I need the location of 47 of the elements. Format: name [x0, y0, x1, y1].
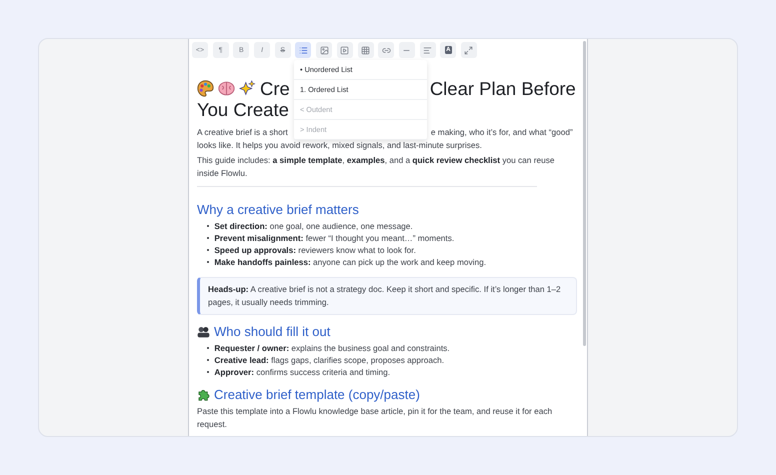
bullet-icon	[207, 260, 210, 264]
intro-text: A creative brief is a short	[197, 126, 288, 139]
section-heading: Who should fill it out	[214, 323, 330, 340]
section-heading: Creative brief template (copy/paste)	[214, 386, 420, 403]
fullscreen-button[interactable]	[460, 42, 477, 58]
list-item-text: Creative lead: flags gaps, clarifies scope, proposes approach.	[214, 354, 444, 366]
list-item-text: Requester / owner: explains the business goal and constraints.	[214, 342, 450, 354]
document-title: Clear Plan Before	[430, 78, 576, 99]
align-left-button[interactable]	[420, 42, 436, 58]
sparkles-icon	[239, 80, 256, 97]
bullet-icon	[207, 358, 210, 362]
intro-text: looks like. It helps you avoid rework, mixed signals, and last-minute surprises.	[197, 139, 482, 152]
bullet-icon	[207, 248, 210, 252]
align-left-icon	[423, 46, 432, 54]
list-item-text: Make handoffs painless: anyone can pick up the work and keep moving.	[214, 256, 486, 268]
people-icon	[197, 325, 210, 338]
callout-note: Heads-up: A creative brief is not a strategy doc. Keep it short and specific. If it’s longer than 1–2 pages, it usually needs trimming.	[197, 277, 577, 315]
table-icon	[361, 46, 370, 54]
bullet-icon	[207, 370, 210, 374]
section-heading: Why a creative brief matters	[197, 201, 359, 218]
list-item-text: Approver: confirms success criteria and timing.	[214, 366, 390, 378]
list-item-text: Prevent misalignment: fewer “I thought you meant…” moments.	[214, 232, 454, 244]
brain-icon	[218, 80, 235, 97]
table-button[interactable]	[358, 42, 374, 58]
paragraph: Paste this template into a Flowlu knowledge base article, pin it for the team, and reuse it for each request.	[197, 405, 554, 431]
bullet-icon	[207, 346, 210, 350]
image-icon	[320, 46, 329, 54]
fullscreen-icon	[464, 46, 474, 54]
document-title: Cre	[260, 78, 290, 99]
play-button[interactable]	[336, 42, 353, 58]
paragraph: This guide includes: a simple template, examples, and a quick review checklist you can reuse inside Flowlu.	[197, 154, 556, 180]
play-icon	[340, 46, 350, 54]
bullet-icon	[207, 224, 210, 228]
scrollbar-thumb[interactable]	[582, 41, 586, 346]
palette-icon	[197, 80, 214, 97]
bullet-icon	[207, 236, 210, 240]
document-title: You Create	[197, 99, 289, 120]
image-button[interactable]	[316, 42, 332, 58]
list-icon	[298, 46, 308, 54]
list-button[interactable]	[295, 42, 312, 58]
intro-text: e making, who it’s for, and what “good”	[430, 126, 573, 139]
link-icon	[382, 46, 391, 54]
list-item-text: Set direction: one goal, one audience, one message.	[214, 220, 413, 232]
link-button[interactable]	[378, 42, 394, 58]
horizontal-rule-button[interactable]	[398, 42, 415, 58]
list-item-text: Speed up approvals: reviewers know what to look for.	[214, 244, 416, 256]
puzzle-icon	[197, 388, 210, 401]
